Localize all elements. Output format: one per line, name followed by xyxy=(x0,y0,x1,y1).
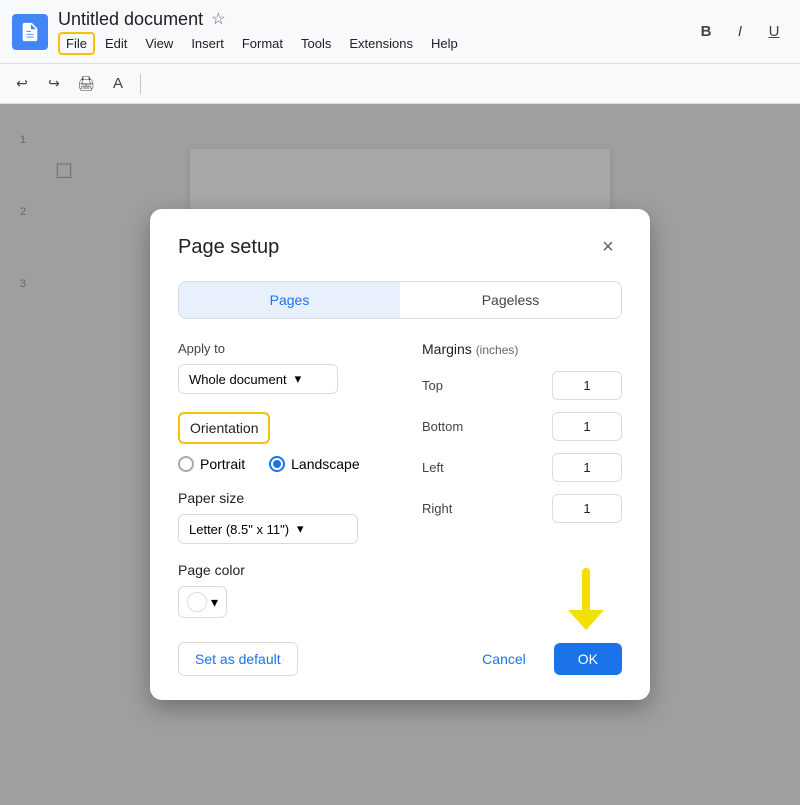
orientation-label: Orientation xyxy=(178,412,270,444)
left-column: Apply to Whole document ▾ Orientation Po… xyxy=(178,341,402,618)
menu-item-edit[interactable]: Edit xyxy=(97,32,135,55)
color-swatch-white xyxy=(187,592,207,612)
page-color-picker[interactable]: ▾ xyxy=(178,586,227,618)
color-arrow: ▾ xyxy=(211,594,218,611)
topbar: Untitled document ☆ File Edit View Inser… xyxy=(0,0,800,64)
margin-row-bottom: Bottom xyxy=(422,412,622,441)
dialog-header: Page setup × xyxy=(178,233,622,261)
footer-right: Cancel OK xyxy=(466,643,622,675)
landscape-label: Landscape xyxy=(291,456,360,472)
landscape-radio-circle[interactable] xyxy=(269,456,285,472)
paper-size-select[interactable]: Letter (8.5" x 11") ▾ xyxy=(178,514,358,544)
page-setup-dialog: Page setup × Pages Pageless Apply to Who… xyxy=(150,209,650,700)
margin-top-input[interactable] xyxy=(552,371,622,400)
margin-bottom-label: Bottom xyxy=(422,419,472,434)
dialog-footer: Set as default Cancel OK xyxy=(178,642,622,676)
menu-item-file[interactable]: File xyxy=(58,32,95,55)
apply-to-value: Whole document xyxy=(189,372,287,387)
set-as-default-button[interactable]: Set as default xyxy=(178,642,298,676)
docs-icon xyxy=(12,14,48,50)
cancel-button[interactable]: Cancel xyxy=(466,643,542,675)
menu-item-insert[interactable]: Insert xyxy=(183,32,232,55)
dialog-title: Page setup xyxy=(178,236,279,259)
star-icon[interactable]: ☆ xyxy=(211,9,225,29)
paper-size-label: Paper size xyxy=(178,490,402,506)
tab-pages[interactable]: Pages xyxy=(179,282,400,318)
doc-area: 1 2 3 ☐ Page setup × Pages Pageless xyxy=(0,104,800,805)
title-area: Untitled document ☆ File Edit View Inser… xyxy=(58,9,692,55)
paper-size-arrow: ▾ xyxy=(297,521,304,537)
margin-left-label: Left xyxy=(422,460,472,475)
margins-title: Margins (inches) xyxy=(422,341,622,357)
margins-unit: (inches) xyxy=(476,343,519,357)
apply-to-select[interactable]: Whole document ▾ xyxy=(178,364,338,394)
margin-row-top: Top xyxy=(422,371,622,400)
toolbar-row: ↩ ↪ 🖨 A xyxy=(0,64,800,104)
bold-button[interactable]: B xyxy=(692,18,720,46)
ok-button[interactable]: OK xyxy=(554,643,622,675)
toolbar-divider xyxy=(140,74,141,94)
close-button[interactable]: × xyxy=(594,233,622,261)
ok-arrow-indicator xyxy=(564,568,620,632)
menu-item-extensions[interactable]: Extensions xyxy=(341,32,421,55)
tab-pageless[interactable]: Pageless xyxy=(400,282,621,318)
underline-button[interactable]: U xyxy=(760,18,788,46)
margin-row-right: Right xyxy=(422,494,622,523)
menu-bar: File Edit View Insert Format Tools Exten… xyxy=(58,32,692,55)
margin-right-label: Right xyxy=(422,501,472,516)
margin-right-input[interactable] xyxy=(552,494,622,523)
italic-button[interactable]: I xyxy=(726,18,754,46)
dialog-content: Apply to Whole document ▾ Orientation Po… xyxy=(178,341,622,618)
menu-item-view[interactable]: View xyxy=(137,32,181,55)
apply-to-label: Apply to xyxy=(178,341,402,356)
tabs-container: Pages Pageless xyxy=(178,281,622,319)
undo-button[interactable]: ↩ xyxy=(8,70,36,98)
modal-overlay: Page setup × Pages Pageless Apply to Who… xyxy=(0,104,800,805)
margin-left-input[interactable] xyxy=(552,453,622,482)
portrait-label: Portrait xyxy=(200,456,245,472)
menu-item-help[interactable]: Help xyxy=(423,32,466,55)
menu-item-tools[interactable]: Tools xyxy=(293,32,339,55)
paper-size-value: Letter (8.5" x 11") xyxy=(189,522,289,537)
redo-button[interactable]: ↪ xyxy=(40,70,68,98)
orientation-landscape[interactable]: Landscape xyxy=(269,456,360,472)
print-button[interactable]: 🖨 xyxy=(72,70,100,98)
menu-item-format[interactable]: Format xyxy=(234,32,291,55)
toolbar-right: B I U xyxy=(692,18,788,46)
margin-row-left: Left xyxy=(422,453,622,482)
page-color-label: Page color xyxy=(178,562,402,578)
orientation-portrait[interactable]: Portrait xyxy=(178,456,245,472)
margin-bottom-input[interactable] xyxy=(552,412,622,441)
portrait-radio-circle[interactable] xyxy=(178,456,194,472)
apply-to-arrow: ▾ xyxy=(295,371,302,387)
spellcheck-button[interactable]: A xyxy=(104,70,132,98)
margin-top-label: Top xyxy=(422,378,472,393)
doc-title[interactable]: Untitled document xyxy=(58,9,203,30)
orientation-radio-group: Portrait Landscape xyxy=(178,456,402,472)
